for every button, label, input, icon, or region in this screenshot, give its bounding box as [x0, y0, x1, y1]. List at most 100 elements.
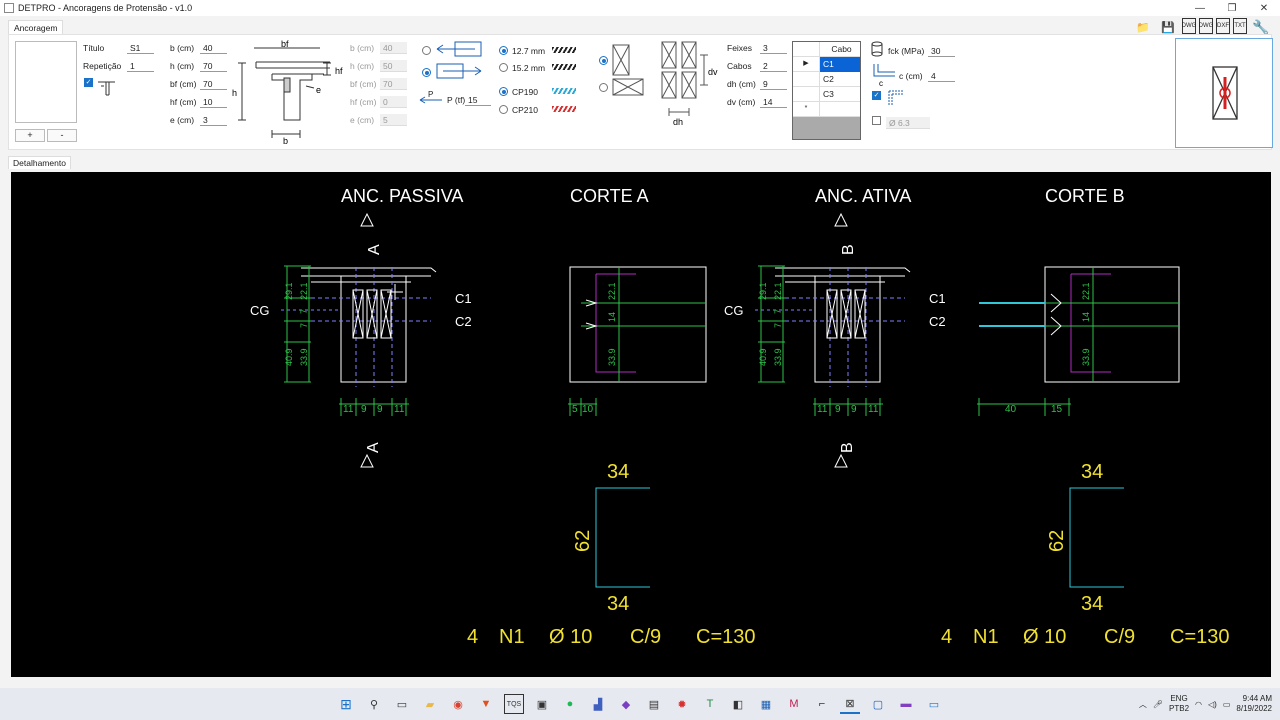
dim-h-9a: 9 [835, 404, 841, 415]
battery-icon[interactable]: ▭ [1223, 700, 1231, 709]
brave-icon[interactable]: ▼ [476, 694, 496, 714]
chevron-up-icon[interactable]: ︿ [1139, 699, 1147, 710]
new-row[interactable]: * [793, 102, 860, 117]
chrome-icon[interactable]: ◉ [448, 694, 468, 714]
tab-ancoragem[interactable]: Ancoragem [8, 20, 64, 34]
bf2-input[interactable]: 70 [380, 78, 407, 90]
dim-7b: 7 [773, 323, 783, 328]
vertical-anchor-radio[interactable] [599, 56, 608, 65]
wifi-icon[interactable]: ◠ [1195, 700, 1202, 709]
terminal-icon[interactable]: ▣ [532, 694, 552, 714]
language-indicator[interactable]: ENG PTB2 [1169, 694, 1189, 714]
app-icon[interactable]: M [784, 694, 804, 714]
dxf-export-icon[interactable]: DXF [1216, 18, 1230, 34]
row-indicator-icon: ▶ [793, 57, 820, 72]
cp190-swatch [552, 88, 576, 94]
app-icon[interactable]: ✹ [672, 694, 692, 714]
title-anc-ativa: ANC. ATIVA [815, 186, 911, 206]
clock[interactable]: 9:44 AM 8/19/2022 [1236, 694, 1272, 714]
detail-canvas[interactable]: ANC. PASSIVA CORTE A ANC. ATIVA CORTE B … [11, 172, 1271, 677]
hf-input[interactable]: 10 [200, 96, 227, 108]
app-icon[interactable]: ▤ [644, 694, 664, 714]
close-icon[interactable]: ✕ [1248, 0, 1280, 16]
grid-cell[interactable]: C1 [820, 57, 860, 72]
add-button[interactable]: + [15, 129, 45, 142]
d152-radio[interactable] [499, 63, 508, 72]
dim-7a: 7 [773, 309, 783, 314]
txt-export-icon[interactable]: TXT [1233, 18, 1247, 34]
phi-select[interactable]: Ø 6.3 [886, 117, 930, 129]
dim-h-9b: 9 [377, 404, 383, 415]
force-arrow-icon [419, 96, 442, 104]
volume-icon[interactable]: ◁) [1208, 700, 1217, 709]
e2-input[interactable]: 5 [380, 114, 407, 126]
h2-label: h (cm) [350, 61, 375, 71]
app-icon[interactable]: T [700, 694, 720, 714]
tab-detalhamento[interactable]: Detalhamento [8, 156, 71, 169]
callout-mark: N1 [973, 626, 999, 648]
d127-radio[interactable] [499, 46, 508, 55]
task-view-icon[interactable]: ▭ [392, 694, 412, 714]
app-icon[interactable]: ▢ [868, 694, 888, 714]
dwg-export-icon[interactable]: DWG [1182, 18, 1196, 34]
visual-studio-icon[interactable]: ◆ [616, 694, 636, 714]
titulo-input[interactable]: S1 [127, 42, 154, 54]
remove-button[interactable]: - [47, 129, 77, 142]
windows-start-icon[interactable]: ⊞ [336, 694, 356, 714]
grid-cell[interactable]: C3 [820, 87, 860, 102]
detpro-icon[interactable]: ⊠ [840, 694, 860, 714]
dv-input[interactable]: 14 [760, 96, 787, 108]
search-icon[interactable]: ⚲ [364, 694, 384, 714]
cable-grid[interactable]: Cabo ▶ C1 C2 C3 * [792, 41, 861, 140]
section-mark-a-bottom: A [365, 442, 382, 453]
cp210-radio[interactable] [499, 105, 508, 114]
minimize-icon[interactable]: — [1184, 0, 1216, 16]
app-icon[interactable]: ▦ [756, 694, 776, 714]
app-icon[interactable]: ▭ [924, 694, 944, 714]
table-row[interactable]: C2 [793, 72, 860, 87]
section-type-checkbox[interactable]: ✓ [84, 78, 93, 87]
h-input[interactable]: 70 [200, 60, 227, 72]
dh-input[interactable]: 9 [760, 78, 787, 90]
app-icon[interactable]: ⌐ [812, 694, 832, 714]
dim-7b: 7 [299, 323, 309, 328]
callout-spacing: C/9 [1104, 626, 1135, 648]
bf-input[interactable]: 70 [200, 78, 227, 90]
cg-label: CG [250, 303, 270, 318]
dwg-export-icon[interactable]: DWG [1199, 18, 1213, 34]
callout-spacing: C/9 [630, 626, 661, 648]
b2-input[interactable]: 40 [380, 42, 407, 54]
app-icon[interactable]: ▟ [588, 694, 608, 714]
lang-text: ENG [1170, 694, 1188, 703]
hf2-input[interactable]: 0 [380, 96, 407, 108]
feixes-input[interactable]: 3 [760, 42, 787, 54]
pf-input[interactable]: 15 [465, 94, 491, 106]
e-input[interactable]: 3 [200, 114, 227, 126]
d127-label: 12.7 mm [512, 46, 546, 56]
maximize-icon[interactable]: ❐ [1216, 0, 1248, 16]
fck-input[interactable]: 30 [928, 45, 955, 57]
spotify-icon[interactable]: ● [560, 694, 580, 714]
passive-anchor-radio[interactable] [422, 46, 431, 55]
phi-checkbox[interactable] [872, 116, 881, 125]
active-anchor-radio[interactable] [422, 68, 431, 77]
c-input[interactable]: 4 [928, 70, 955, 82]
repeticao-input[interactable]: 1 [127, 60, 154, 72]
app-icon[interactable]: ◧ [728, 694, 748, 714]
stirrup-checkbox[interactable]: ✓ [872, 91, 881, 100]
cp190-radio[interactable] [499, 87, 508, 96]
h2-input[interactable]: 50 [380, 60, 407, 72]
app-icon[interactable]: ▬ [896, 694, 916, 714]
table-row[interactable]: C3 [793, 87, 860, 102]
file-explorer-icon[interactable]: ▰ [420, 694, 440, 714]
tee-section-icon [98, 81, 115, 96]
title-corte-a: CORTE A [570, 186, 649, 206]
d152-label: 15.2 mm [512, 63, 546, 73]
table-row[interactable]: ▶ C1 [793, 57, 860, 72]
tqs-icon[interactable]: TQS [504, 694, 524, 714]
b-input[interactable]: 40 [200, 42, 227, 54]
cabos-input[interactable]: 2 [760, 60, 787, 72]
horizontal-anchor-radio[interactable] [599, 83, 608, 92]
grid-cell[interactable]: C2 [820, 72, 860, 87]
microphone-icon[interactable]: 🎤︎ [1153, 700, 1163, 709]
